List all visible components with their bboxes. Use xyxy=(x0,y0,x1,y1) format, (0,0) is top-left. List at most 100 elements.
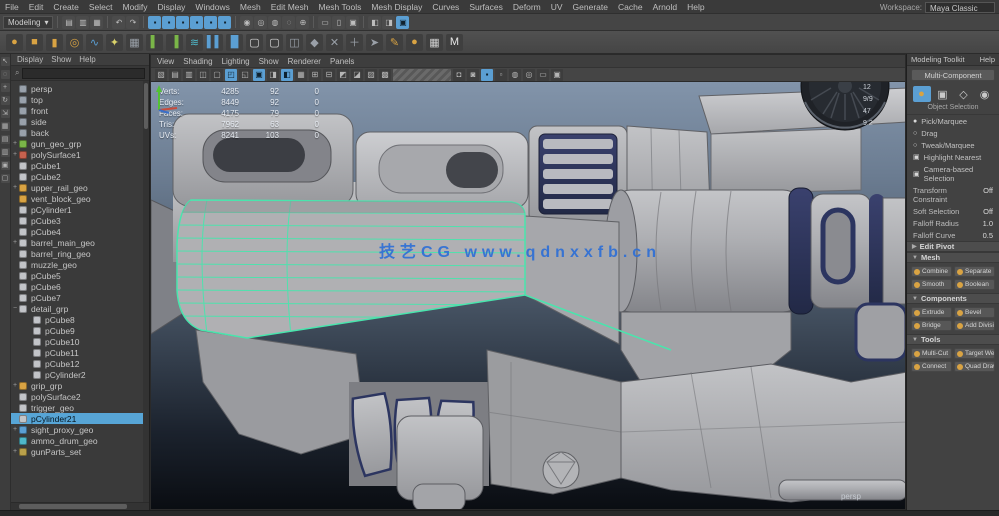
status-icon[interactable]: ↶ xyxy=(112,16,125,29)
menu-item[interactable]: Deform xyxy=(508,2,546,12)
outliner-menu-item[interactable]: Display xyxy=(17,55,43,64)
shelf-tool-icon[interactable]: ✕ xyxy=(326,34,343,51)
mt-value-row[interactable]: Falloff Radius 1.0 xyxy=(907,217,999,229)
tool-icon[interactable]: ▣ xyxy=(1,161,10,170)
viewport-toolbar-icon[interactable]: ▪ xyxy=(481,69,493,81)
mt-button[interactable]: Boolean xyxy=(954,279,995,290)
viewport-toolbar-icon[interactable]: ⊟ xyxy=(323,69,335,81)
mt-option[interactable]: ○ Drag xyxy=(907,127,999,139)
outliner-hscrollbar[interactable] xyxy=(11,502,149,510)
tool-icon[interactable]: ▦ xyxy=(1,122,10,131)
shelf-tool-icon[interactable]: ➤ xyxy=(366,34,383,51)
shelf-tool-icon[interactable]: ✦ xyxy=(106,34,123,51)
model-ammo-box[interactable] xyxy=(397,416,483,509)
outliner-item[interactable]: ammo_drum_geo xyxy=(11,435,149,446)
outliner-vscrollbar[interactable] xyxy=(143,81,149,502)
expand-toggle[interactable]: + xyxy=(11,140,19,147)
viewport-menu-item[interactable]: Panels xyxy=(330,57,354,66)
shelf-tool-icon[interactable]: ◆ xyxy=(306,34,323,51)
viewport-menu-item[interactable]: Show xyxy=(259,57,279,66)
menu-item[interactable]: Select xyxy=(84,2,118,12)
outliner-item[interactable]: + barrel_main_geo xyxy=(11,237,149,248)
shelf-tool-icon[interactable]: ◎ xyxy=(66,34,83,51)
status-icon[interactable] xyxy=(143,16,144,28)
model-detail-ball[interactable] xyxy=(543,452,579,488)
viewport-canvas[interactable]: Verts: 4285 92 0 Edges: 8449 92 0 Faces:… xyxy=(151,82,905,509)
outliner-item[interactable]: pCube10 xyxy=(11,336,149,347)
expand-toggle[interactable]: + xyxy=(11,382,19,389)
outliner-item[interactable]: pCube9 xyxy=(11,325,149,336)
viewport-toolbar-icon[interactable]: ◪ xyxy=(351,69,363,81)
outliner-item[interactable]: + grip_grp xyxy=(11,380,149,391)
menuset-dropdown[interactable]: Modeling ▾ xyxy=(3,16,53,29)
viewport-toolbar-icon[interactable]: ▨ xyxy=(365,69,377,81)
selection-mode-icon[interactable]: ● xyxy=(913,86,931,102)
outliner-item[interactable]: muzzle_geo xyxy=(11,259,149,270)
outliner-item[interactable]: barrel_ring_geo xyxy=(11,248,149,259)
shelf-tool-icon[interactable]: ≋ xyxy=(186,34,203,51)
outliner-item[interactable]: pCylinder2 xyxy=(11,369,149,380)
shelf-tool-icon[interactable]: M xyxy=(446,34,463,51)
outliner-item[interactable]: vent_block_geo xyxy=(11,193,149,204)
outliner-item[interactable]: pCube6 xyxy=(11,281,149,292)
shelf-tool-icon[interactable]: ▐▌ xyxy=(226,34,243,51)
viewport-toolbar-icon[interactable]: ▫ xyxy=(495,69,507,81)
mt-option[interactable]: ○ Tweak/Marquee xyxy=(907,139,999,151)
status-icon[interactable]: ▪ xyxy=(204,16,217,29)
shelf-tool-icon[interactable]: ● xyxy=(6,34,23,51)
viewport-toolbar-icon[interactable]: ▤ xyxy=(169,69,181,81)
expand-toggle[interactable]: − xyxy=(11,305,19,312)
shelf-tool-icon[interactable]: ▮ xyxy=(46,34,63,51)
tool-icon[interactable]: ↖ xyxy=(1,57,10,66)
expand-toggle[interactable]: + xyxy=(11,151,19,158)
viewport-toolbar-icon[interactable]: ▢ xyxy=(211,69,223,81)
mt-button[interactable]: Add Divisions xyxy=(954,320,995,331)
mt-top-button[interactable]: Multi-Component xyxy=(911,69,995,81)
mt-button[interactable]: Bridge xyxy=(911,320,952,331)
mt-button[interactable]: Combine xyxy=(911,266,952,277)
tool-icon[interactable]: ▢ xyxy=(1,174,10,183)
outliner-item[interactable]: pCylinder21 xyxy=(11,413,149,424)
shelf-tool-icon[interactable]: ▢ xyxy=(266,34,283,51)
outliner-menu-item[interactable]: Show xyxy=(51,55,71,64)
menu-item[interactable]: Edit Mesh xyxy=(266,2,314,12)
mt-button[interactable]: Quad Draw xyxy=(954,361,995,372)
shelf-tool-icon[interactable]: ▌▌ xyxy=(206,34,223,51)
shelf-tool-icon[interactable]: ▢ xyxy=(246,34,263,51)
selection-mode-icon[interactable]: ◉ xyxy=(976,86,994,102)
outliner-item[interactable]: + gun_geo_grp xyxy=(11,138,149,149)
selection-mode-icon[interactable]: ▣ xyxy=(934,86,952,102)
viewport-toolbar-icon[interactable]: ⊞ xyxy=(309,69,321,81)
status-icon[interactable]: ▦ xyxy=(90,16,103,29)
menu-item[interactable]: Arnold xyxy=(648,2,683,12)
viewport-toolbar-icon[interactable]: ▣ xyxy=(253,69,265,81)
status-icon[interactable]: ▪ xyxy=(162,16,175,29)
status-icon[interactable]: ◧ xyxy=(368,16,381,29)
mt-option[interactable]: ● Pick/Marquee xyxy=(907,115,999,127)
mt-button[interactable]: Smooth xyxy=(911,279,952,290)
tool-icon[interactable]: + xyxy=(1,83,10,92)
viewport-toolbar-icon[interactable]: ◍ xyxy=(509,69,521,81)
model-lower-receiver[interactable] xyxy=(196,330,366,454)
viewport-toolbar-icon[interactable]: ▦ xyxy=(295,69,307,81)
outliner-item[interactable]: persp xyxy=(11,83,149,94)
outliner-item[interactable]: pCube2 xyxy=(11,171,149,182)
mt-button[interactable]: Target Weld xyxy=(954,348,995,359)
shelf-tool-icon[interactable]: ◫ xyxy=(286,34,303,51)
menu-item[interactable]: Create xyxy=(48,2,84,12)
menu-item[interactable]: Edit xyxy=(24,2,49,12)
tool-icon[interactable]: ◌ xyxy=(1,70,10,79)
status-icon[interactable] xyxy=(235,16,236,28)
outliner-item[interactable]: pCube8 xyxy=(11,314,149,325)
menu-item[interactable]: Display xyxy=(153,2,191,12)
menu-item[interactable]: File xyxy=(0,2,24,12)
mt-button[interactable]: Bevel xyxy=(954,307,995,318)
tool-icon[interactable]: ▥ xyxy=(1,148,10,157)
status-icon[interactable]: ▣ xyxy=(396,16,409,29)
status-icon[interactable]: ▭ xyxy=(318,16,331,29)
viewport-toolbar-icon[interactable]: ▭ xyxy=(537,69,549,81)
expand-toggle[interactable]: + xyxy=(11,448,19,455)
outliner-item[interactable]: pCube4 xyxy=(11,226,149,237)
outliner-item[interactable]: + sight_proxy_geo xyxy=(11,424,149,435)
menu-item[interactable]: Mesh xyxy=(235,2,266,12)
